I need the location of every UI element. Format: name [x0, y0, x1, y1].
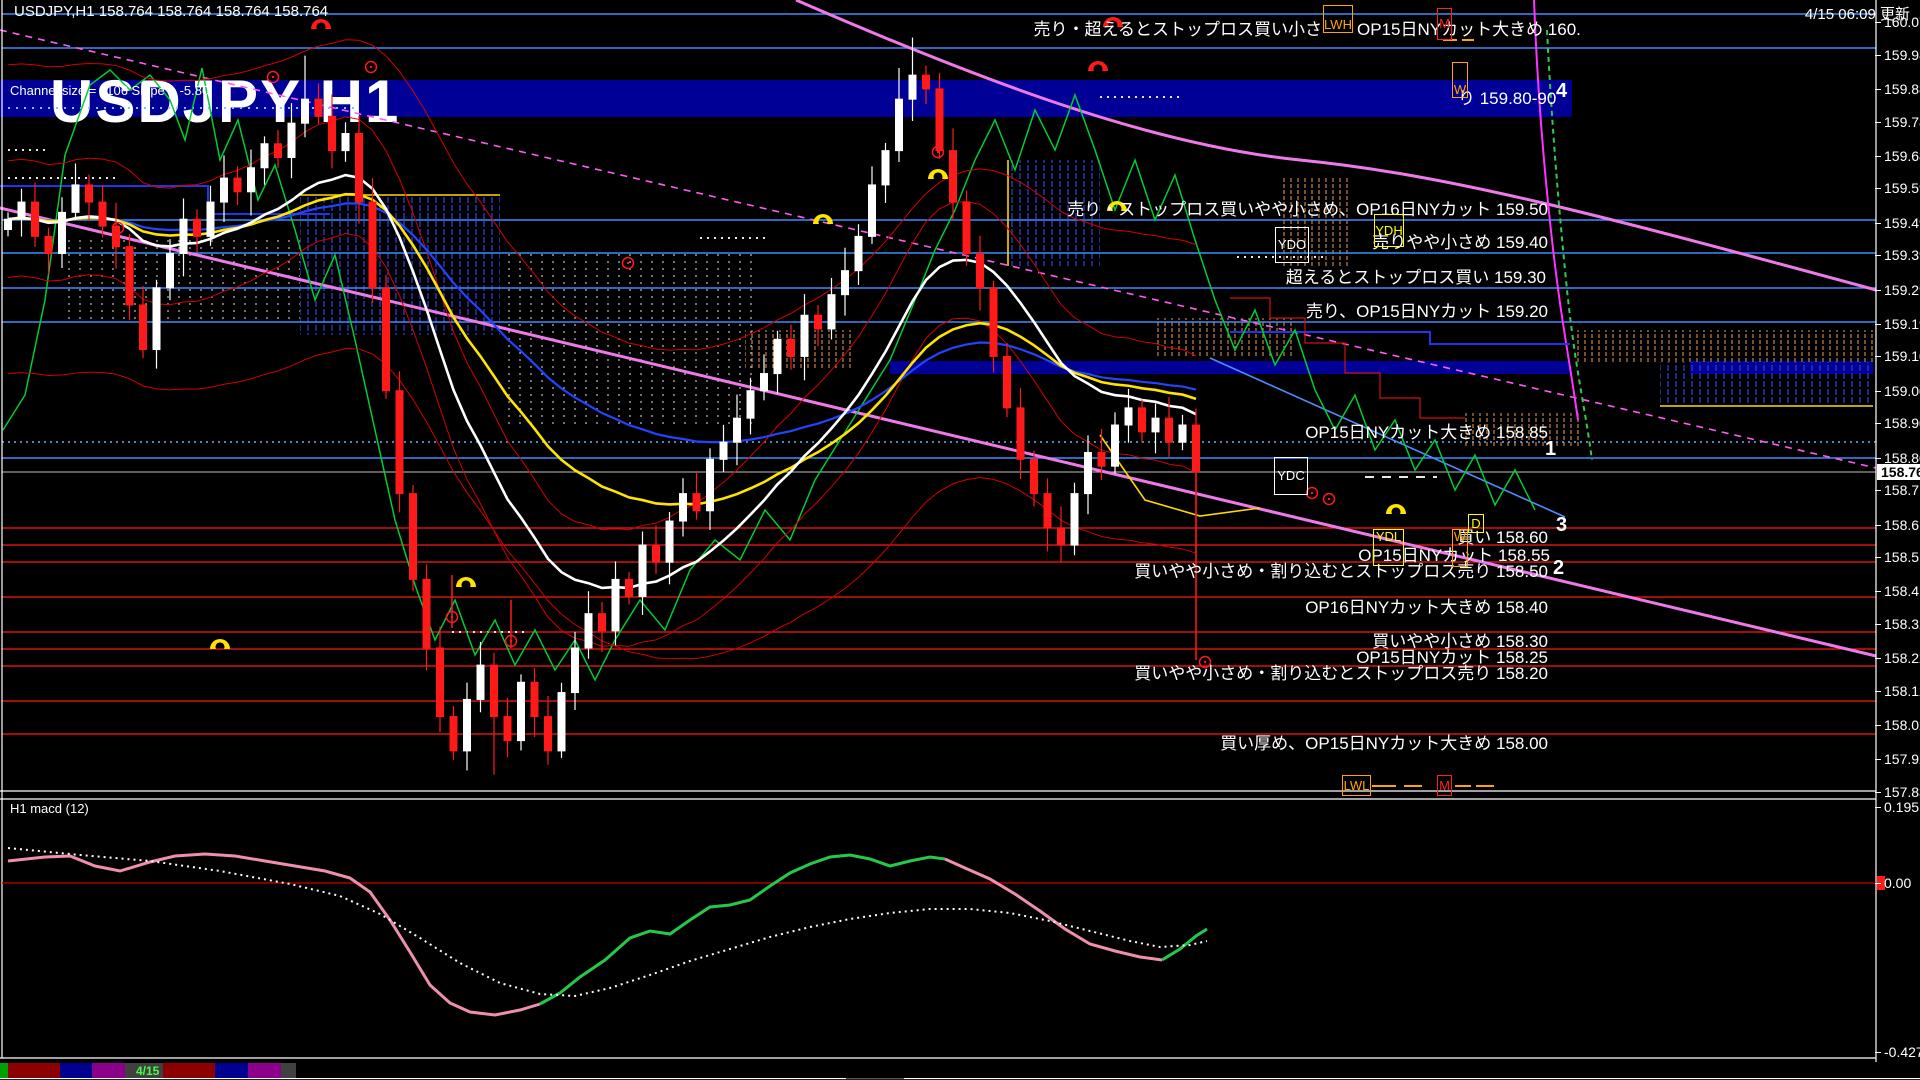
- price-axis-label: 159.685: [1884, 148, 1920, 164]
- panel-borders: [0, 0, 1920, 1079]
- price-axis-label: 160.075: [1884, 14, 1920, 30]
- price-annotation: 買いやや小さめ・割り込むとストップロス売り 158.20: [1134, 665, 1548, 683]
- chart-label-box-lwh: LWH: [1323, 5, 1353, 33]
- price-axis-label: 158.710: [1884, 482, 1920, 498]
- price-annotation: OP16日NYカット大きめ 158.40: [1305, 599, 1548, 617]
- price-axis-label: 157.830: [1884, 784, 1920, 800]
- timeline-session-segment: [92, 1063, 125, 1078]
- timeline-session-segment: [248, 1063, 281, 1078]
- timeline-session-segment: [215, 1063, 248, 1078]
- macd-panel: [2, 848, 1885, 1015]
- timeline-session-segment: [163, 1063, 215, 1078]
- macd-axis-label: 0.00: [1884, 875, 1911, 891]
- channel-info-label: Channel size = 1106 Slope = -5.80: [10, 83, 209, 98]
- timeline-session-segment: [296, 1063, 1920, 1078]
- macd-axis-label: 0.195: [1884, 799, 1919, 815]
- wave-count-number: 4: [1556, 80, 1567, 103]
- timeline-session-segment: [281, 1063, 296, 1078]
- chart-label-box-d: D: [1468, 514, 1484, 533]
- current-price-tag: 158.764: [1877, 464, 1920, 480]
- chart-label-box-ydo: YDO: [1275, 227, 1309, 263]
- trading-terminal: USDJPY H1 USDJPY,H1 158.764 158.764 158.…: [0, 0, 1920, 1080]
- sell-arrow-icon: [1088, 61, 1108, 71]
- chart-label-box-w: W: [1452, 529, 1468, 567]
- price-axis-label: 159.880: [1884, 81, 1920, 97]
- buy-arrow-icon: [210, 639, 230, 649]
- price-axis-label: 157.925: [1884, 751, 1920, 767]
- macd-indicator-label: H1 macd (12): [10, 801, 89, 816]
- price-annotation: 売り・超えるとストップロス買い小さ: [1034, 21, 1323, 39]
- chart-label-box-m: M: [1437, 775, 1452, 796]
- timeline-session-segment: [60, 1063, 92, 1078]
- chart-label-box-ydc: YDC: [1274, 457, 1308, 495]
- price-axis-label: 158.415: [1884, 583, 1920, 599]
- chart-label-box-ydl: YDL: [1373, 529, 1404, 566]
- price-axis-label: 159.295: [1884, 282, 1920, 298]
- price-axis-label: 158.320: [1884, 616, 1920, 632]
- buy-arrow-icon: [456, 577, 476, 587]
- price-annotation: 買い厚め、OP15日NYカット大きめ 158.00: [1220, 735, 1548, 753]
- timeline-color-bar: [0, 1063, 1920, 1078]
- macd-axis-label: -0.427: [1884, 1044, 1920, 1060]
- price-axis-label: 158.125: [1884, 683, 1920, 699]
- timeline-date-label: 4/15: [136, 1064, 159, 1078]
- chart-label-box-lwl: LWL: [1342, 775, 1371, 796]
- price-annotation: 買いやや小さめ・割り込むとストップロス売り 158.50: [1134, 563, 1548, 581]
- price-axis-label: 159.785: [1884, 114, 1920, 130]
- timeline-session-segment: [0, 1063, 8, 1078]
- chart-label-box-w: W: [1452, 62, 1468, 98]
- buy-arrow-icon: [928, 169, 948, 179]
- sell-arrow-icon: [311, 19, 331, 29]
- wave-count-number: 2: [1553, 557, 1564, 580]
- price-annotation: OP15日NYカット大きめ 158.85: [1305, 424, 1548, 442]
- timeline-session-segment: [8, 1063, 60, 1078]
- price-axis-label: 158.025: [1884, 717, 1920, 733]
- price-axis-label: 159.000: [1884, 383, 1920, 399]
- price-axis-label: 159.100: [1884, 348, 1920, 364]
- price-axis-label: 158.905: [1884, 415, 1920, 431]
- buy-arrow-icon: [1386, 504, 1406, 514]
- price-annotation: 売り、OP15日NYカット 159.20: [1306, 303, 1548, 321]
- price-axis-label: 159.395: [1884, 247, 1920, 263]
- wave-count-number: 3: [1556, 514, 1567, 537]
- price-axis-label: 158.515: [1884, 549, 1920, 565]
- price-axis-label: 159.195: [1884, 316, 1920, 332]
- chart-watermark: USDJPY H1: [50, 68, 400, 135]
- price-annotation: 売り・ストップロス買いやや小さめ、OP16日NYカット 159.50: [1067, 201, 1548, 219]
- price-axis-label: 159.490: [1884, 215, 1920, 231]
- price-axis-label: 158.220: [1884, 650, 1920, 666]
- symbol-quote-line: USDJPY,H1 158.764 158.764 158.764 158.76…: [14, 3, 328, 20]
- chart-canvas[interactable]: USDJPY H1: [0, 0, 1920, 1080]
- price-axis-label: 159.590: [1884, 180, 1920, 196]
- price-annotation: 超えるとストップロス買い 159.30: [1286, 269, 1546, 287]
- chart-label-box-ydh: YDH: [1374, 214, 1404, 247]
- wave-count-number: 1: [1545, 438, 1556, 461]
- price-annotation: り 159.80-90: [1458, 90, 1556, 108]
- price-axis-label: 159.980: [1884, 47, 1920, 63]
- price-annotation: OP15日NYカット大きめ 160.: [1357, 21, 1581, 39]
- chart-label-box-m: M: [1437, 8, 1452, 40]
- price-axis-label: 158.610: [1884, 517, 1920, 533]
